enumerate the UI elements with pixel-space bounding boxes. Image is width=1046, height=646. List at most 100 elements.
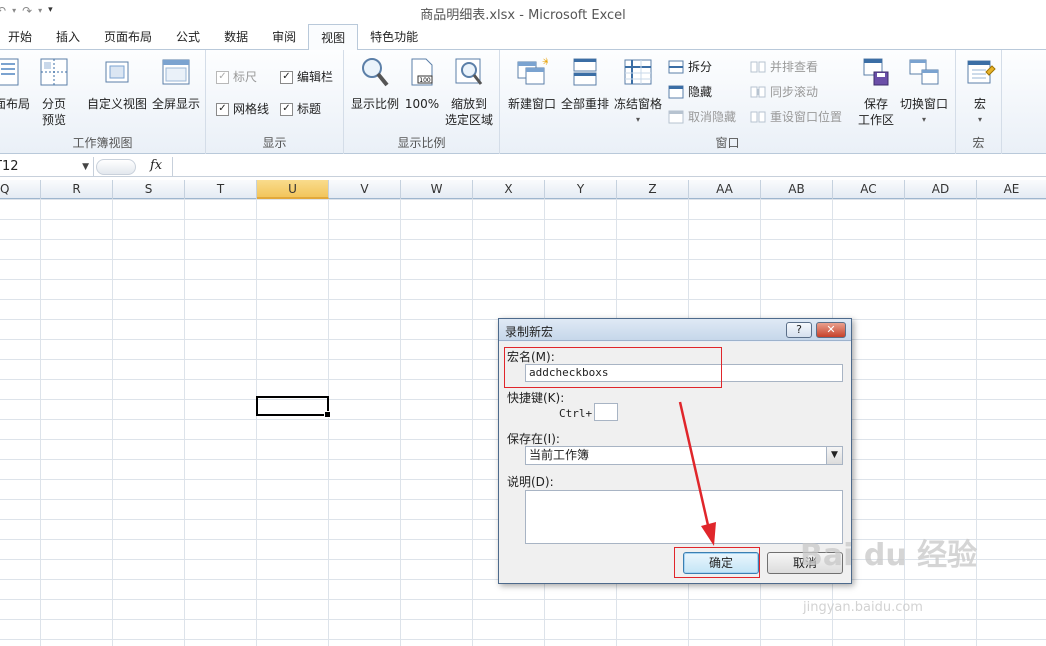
description-label: 说明(D): — [507, 475, 554, 489]
switch-windows-label: 切换窗口 — [899, 97, 948, 111]
name-box-value: T12 — [0, 159, 19, 174]
column-header[interactable]: W — [401, 180, 473, 199]
tab-view[interactable]: 视图 — [308, 24, 359, 51]
view-side-by-side-label: 并排查看 — [770, 60, 819, 74]
magnifier-icon — [362, 58, 389, 87]
arrow-annotation-icon — [678, 401, 716, 546]
column-header[interactable]: AD — [905, 180, 977, 199]
gridlines-checkbox[interactable]: ✓ 网格线 — [216, 100, 269, 118]
grid-line — [184, 199, 185, 646]
zoom-label: 显示比例 — [350, 97, 399, 111]
close-button[interactable]: ✕ — [816, 322, 846, 338]
page-break-preview-button[interactable]: 分页 预览 — [36, 56, 72, 128]
arrange-all-button[interactable]: 全部重排 — [560, 56, 610, 112]
hide-button[interactable]: 隐藏 — [668, 83, 712, 101]
column-header[interactable]: Y — [545, 180, 617, 199]
store-in-label: 保存在(I): — [507, 432, 560, 446]
group-show: ✓ 标尺 ✓ 编辑栏 ✓ 网格线 ✓ 标题 显示 — [206, 50, 344, 154]
baidu-watermark: Bai du 经验 — [800, 538, 978, 573]
tab-review[interactable]: 审阅 — [260, 24, 308, 50]
formula-bar-checkbox[interactable]: ✓ 编辑栏 — [280, 68, 333, 86]
custom-views-button[interactable]: 自定义视图 — [86, 56, 148, 112]
column-headers: Q R S T U V W X Y Z AA AB AC AD AE — [0, 180, 1046, 199]
page-100-icon: 100 — [411, 58, 433, 86]
macros-button[interactable]: 宏 ▾ — [962, 56, 998, 128]
column-header[interactable]: Q — [0, 180, 41, 199]
zoom-button[interactable]: 显示比例 — [348, 56, 402, 112]
checkbox-checked-icon: ✓ — [280, 102, 293, 116]
tab-special-features[interactable]: 特色功能 — [358, 24, 430, 50]
switch-windows-button[interactable]: 切换窗口 ▾ — [898, 56, 950, 128]
headings-label: 标题 — [297, 102, 322, 116]
synchronous-scrolling-button[interactable]: 同步滚动 — [750, 83, 818, 101]
tab-home[interactable]: 开始 — [0, 24, 44, 50]
column-header[interactable]: X — [473, 180, 545, 199]
column-header-selected[interactable]: U — [257, 180, 329, 199]
column-header[interactable]: AE — [977, 180, 1046, 199]
help-button[interactable]: ? — [786, 322, 812, 338]
active-cell[interactable] — [256, 396, 331, 418]
group-workbook-views: 面布局 分页 预览 自定义视图 全屏显示 工作簿视图 — [0, 50, 206, 154]
tab-data[interactable]: 数据 — [212, 24, 260, 50]
formula-bar-splitter[interactable] — [96, 159, 136, 175]
insert-function-icon[interactable]: fx — [150, 158, 162, 173]
page-layout-button[interactable]: 面布局 — [0, 56, 32, 112]
split-button[interactable]: 拆分 — [668, 58, 712, 76]
formula-input[interactable] — [176, 159, 1036, 175]
tab-insert[interactable]: 插入 — [44, 24, 92, 50]
full-screen-label: 全屏显示 — [151, 97, 200, 111]
column-header[interactable]: R — [41, 180, 113, 199]
chevron-down-icon[interactable]: ▼ — [82, 157, 89, 177]
group-label-workbook-views: 工作簿视图 — [72, 136, 133, 150]
column-header[interactable]: S — [113, 180, 185, 199]
grid-line — [904, 199, 905, 646]
column-header[interactable]: AC — [833, 180, 905, 199]
grid-line — [40, 199, 41, 646]
zoom-to-selection-button[interactable]: 缩放到 选定区域 — [442, 56, 496, 128]
grid-line — [112, 199, 113, 646]
view-side-by-side-button[interactable]: 并排查看 — [750, 58, 818, 76]
full-screen-icon — [162, 59, 190, 85]
zoom-100-button[interactable]: 100 100% — [404, 56, 440, 112]
macros-icon — [967, 60, 996, 84]
full-screen-button[interactable]: 全屏显示 — [150, 56, 202, 112]
freeze-panes-icon — [624, 59, 652, 85]
chevron-down-icon[interactable]: ▼ — [826, 447, 842, 464]
new-window-button[interactable]: ✳ 新建窗口 — [506, 56, 558, 112]
new-window-icon: ✳ — [517, 57, 550, 85]
save-workspace-button[interactable]: 保存 工作区 — [852, 56, 900, 128]
split-label: 拆分 — [688, 60, 713, 74]
watermark-url: jingyan.baidu.com — [803, 600, 923, 615]
svg-text:✳: ✳ — [542, 57, 548, 68]
checkbox-checked-icon: ✓ — [280, 70, 293, 84]
grid-line — [328, 199, 329, 646]
page-layout-icon — [0, 58, 19, 86]
group-label-window: 窗口 — [715, 136, 740, 150]
freeze-panes-button[interactable]: 冻结窗格 ▾ — [612, 56, 664, 128]
reset-position-icon — [750, 111, 766, 123]
tab-page-layout[interactable]: 页面布局 — [92, 24, 164, 50]
grid-line — [976, 199, 977, 646]
new-window-label: 新建窗口 — [507, 97, 556, 111]
arrange-all-label: 全部重排 — [560, 97, 609, 111]
dialog-title: 录制新宏 — [505, 325, 554, 339]
column-header[interactable]: AB — [761, 180, 833, 199]
column-header[interactable]: T — [185, 180, 257, 199]
name-box[interactable]: T12 ▼ — [0, 157, 94, 177]
save-workspace-label: 保存 工作区 — [857, 97, 894, 127]
dialog-title-bar: 录制新宏 ? ✕ — [499, 319, 851, 341]
checkbox-checked-icon: ✓ — [216, 102, 229, 116]
macros-label: 宏 — [973, 97, 986, 111]
column-header[interactable]: V — [329, 180, 401, 199]
unhide-button[interactable]: 取消隐藏 — [668, 108, 736, 126]
shortcut-key-input[interactable] — [594, 403, 618, 421]
formula-bar-label: 编辑栏 — [297, 70, 334, 84]
column-header[interactable]: Z — [617, 180, 689, 199]
headings-checkbox[interactable]: ✓ 标题 — [280, 100, 321, 118]
custom-views-label: 自定义视图 — [86, 97, 147, 111]
ctrl-prefix: Ctrl+ — [559, 407, 593, 420]
tab-formulas[interactable]: 公式 — [164, 24, 212, 50]
ruler-checkbox[interactable]: ✓ 标尺 — [216, 68, 257, 86]
column-header[interactable]: AA — [689, 180, 761, 199]
reset-window-position-button[interactable]: 重设窗口位置 — [750, 108, 842, 126]
